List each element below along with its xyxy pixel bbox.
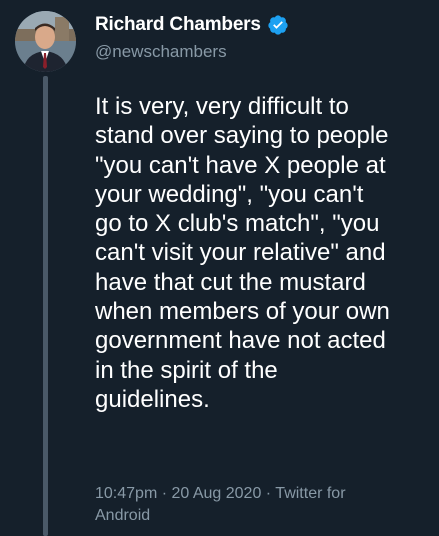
author-name-row: Richard Chambers (95, 12, 289, 38)
avatar-photo-icon (15, 11, 76, 72)
thread-connector-line (43, 76, 48, 536)
meta-separator: · (261, 485, 276, 502)
tweet-body-text: It is very, very difficult to stand over… (95, 93, 390, 413)
tweet-time[interactable]: 10:47pm (95, 485, 157, 502)
meta-separator: · (157, 485, 172, 502)
author-display-name[interactable]: Richard Chambers (95, 14, 261, 36)
tweet-date[interactable]: 20 Aug 2020 (171, 485, 261, 502)
tweet-card: Richard Chambers @newschambers It is ver… (0, 0, 439, 536)
author-handle[interactable]: @newschambers (95, 42, 227, 62)
tweet-metadata: 10:47pm · 20 Aug 2020 · Twitter for Andr… (95, 483, 395, 527)
verified-badge-icon (267, 14, 289, 36)
avatar[interactable] (15, 11, 76, 72)
